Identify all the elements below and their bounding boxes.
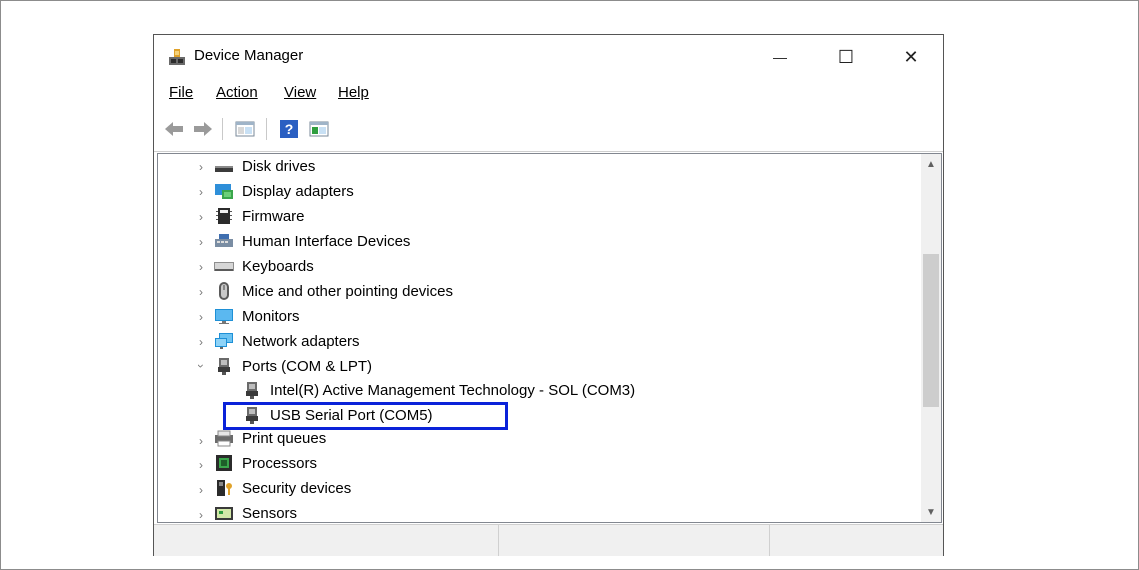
- display-adapter-icon: [215, 184, 233, 199]
- chevron-down-icon: ▼: [926, 506, 936, 518]
- tree-item-label: Disk drives: [242, 157, 316, 175]
- hid-icon: [215, 234, 233, 247]
- disk-drive-icon: [215, 166, 233, 172]
- maximize-button[interactable]: ☐: [823, 35, 869, 79]
- tree-item-label: Ports (COM & LPT): [242, 357, 373, 375]
- tree-item-label: Security devices: [242, 479, 352, 497]
- collapse-chevron-icon[interactable]: ›: [194, 360, 208, 372]
- mouse-icon: [219, 282, 229, 300]
- tree-item-label: Display adapters: [242, 182, 354, 200]
- chevron-up-icon: ▲: [926, 158, 936, 170]
- scroll-up-button[interactable]: ▲: [921, 154, 941, 174]
- tree-item-display-adapters[interactable]: Display adapters: [214, 179, 354, 203]
- help-icon[interactable]: ?: [279, 119, 299, 139]
- firmware-icon: [216, 208, 232, 224]
- tree-item-monitors[interactable]: Monitors: [214, 304, 300, 328]
- tree-item-label: Network adapters: [242, 332, 360, 350]
- tree-item-network-adapters[interactable]: Network adapters: [214, 329, 360, 353]
- scrollbar-thumb[interactable]: [923, 254, 939, 407]
- security-device-icon: [217, 480, 232, 496]
- menu-file-label: File: [169, 84, 194, 101]
- sensor-icon: [215, 507, 233, 520]
- forward-icon[interactable]: [192, 119, 214, 139]
- port-icon: [218, 358, 230, 375]
- expand-chevron-icon[interactable]: ›: [195, 260, 207, 274]
- menu-bar: File Action View Help: [154, 81, 943, 105]
- status-bar-divider: [498, 525, 499, 556]
- port-icon: [246, 382, 258, 399]
- tree-item-print-queues[interactable]: Print queues: [214, 426, 326, 450]
- device-tree[interactable]: › Disk drives › Display adapters › Firmw…: [157, 153, 942, 523]
- toolbar-separator: [266, 118, 267, 140]
- tree-item-label: Processors: [242, 454, 318, 472]
- expand-chevron-icon[interactable]: ›: [195, 458, 207, 472]
- tree-item-label: Sensors: [242, 504, 298, 522]
- menu-action-label: Action: [216, 84, 258, 101]
- tree-item-firmware[interactable]: Firmware: [214, 204, 305, 228]
- properties-icon[interactable]: [234, 119, 256, 139]
- processor-icon: [216, 455, 232, 471]
- scroll-down-button[interactable]: ▼: [921, 502, 941, 522]
- minimize-icon: —: [773, 49, 787, 65]
- menu-file[interactable]: File: [169, 84, 193, 101]
- tree-item-ports[interactable]: Ports (COM & LPT): [214, 354, 372, 378]
- tree-item-human-interface-devices[interactable]: Human Interface Devices: [214, 229, 410, 253]
- update-driver-icon[interactable]: [308, 119, 330, 139]
- tree-item-mice[interactable]: Mice and other pointing devices: [214, 279, 453, 303]
- menu-action[interactable]: Action: [216, 84, 258, 101]
- expand-chevron-icon[interactable]: ›: [195, 508, 207, 522]
- tree-item-sensors[interactable]: Sensors: [214, 501, 298, 522]
- tree-item-keyboards[interactable]: Keyboards: [214, 254, 314, 278]
- tree-item-security-devices[interactable]: Security devices: [214, 476, 351, 500]
- tree-item-intel-amt-sol-com3[interactable]: Intel(R) Active Management Technology - …: [242, 378, 635, 402]
- expand-chevron-icon[interactable]: ›: [195, 285, 207, 299]
- toolbar: ?: [154, 109, 943, 152]
- tree-item-label: Keyboards: [242, 257, 314, 275]
- toolbar-separator: [222, 118, 223, 140]
- expand-chevron-icon[interactable]: ›: [195, 434, 207, 448]
- window-title: Device Manager: [194, 47, 304, 64]
- tree-item-disk-drives[interactable]: Disk drives: [214, 154, 315, 178]
- minimize-button[interactable]: —: [757, 35, 803, 79]
- tree-item-label: Mice and other pointing devices: [242, 282, 453, 300]
- maximize-icon: ☐: [837, 46, 855, 67]
- back-icon[interactable]: [163, 119, 185, 139]
- menu-help-label: Help: [338, 84, 369, 101]
- printer-icon: [215, 430, 233, 447]
- vertical-scrollbar[interactable]: ▲ ▼: [921, 154, 941, 522]
- device-manager-window: Device Manager — ☐ ✕ File Action View He…: [153, 34, 944, 556]
- menu-view[interactable]: View: [284, 84, 316, 101]
- svg-text:?: ?: [285, 121, 294, 137]
- tree-item-label: Print queues: [242, 429, 327, 447]
- expand-chevron-icon[interactable]: ›: [195, 310, 207, 324]
- tree-item-processors[interactable]: Processors: [214, 451, 317, 475]
- expand-chevron-icon[interactable]: ›: [195, 483, 207, 497]
- close-icon: ✕: [903, 46, 919, 67]
- status-bar-divider: [769, 525, 770, 556]
- keyboard-icon: [214, 262, 234, 271]
- expand-chevron-icon[interactable]: ›: [195, 210, 207, 224]
- title-bar[interactable]: Device Manager — ☐ ✕: [154, 35, 943, 79]
- close-button[interactable]: ✕: [888, 35, 934, 79]
- expand-chevron-icon[interactable]: ›: [195, 185, 207, 199]
- expand-chevron-icon[interactable]: ›: [195, 235, 207, 249]
- tree-item-label: Human Interface Devices: [242, 232, 411, 250]
- expand-chevron-icon[interactable]: ›: [195, 335, 207, 349]
- monitor-icon: [215, 309, 233, 324]
- menu-help[interactable]: Help: [338, 84, 369, 101]
- network-adapter-icon: [215, 333, 233, 349]
- menu-view-label: View: [284, 84, 317, 101]
- tree-item-label: Intel(R) Active Management Technology - …: [270, 381, 636, 399]
- tree-item-label: Firmware: [242, 207, 305, 225]
- tree-item-label: Monitors: [242, 307, 300, 325]
- expand-chevron-icon[interactable]: ›: [195, 160, 207, 174]
- device-manager-app-icon: [169, 49, 185, 65]
- status-bar: [154, 524, 943, 556]
